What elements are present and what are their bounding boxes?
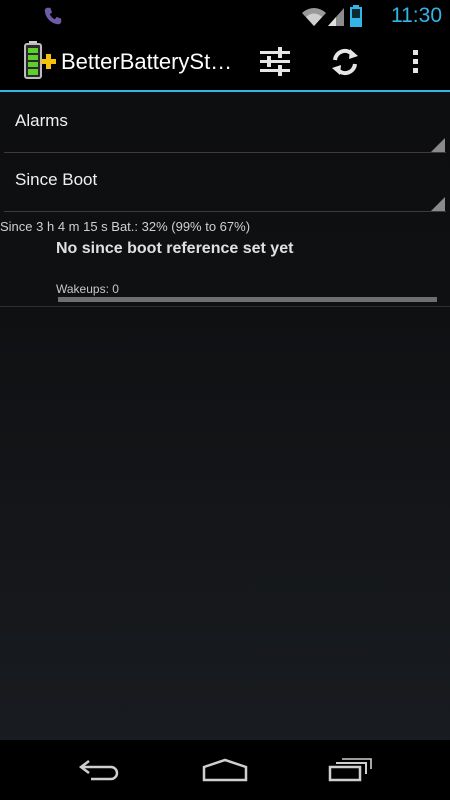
back-icon	[78, 760, 119, 781]
action-bar: BetterBatterySt…	[0, 32, 450, 92]
status-bar: 11:30	[0, 0, 450, 32]
wifi-icon	[302, 8, 326, 26]
list-divider	[0, 306, 450, 307]
home-button[interactable]	[200, 755, 250, 785]
list-item-title[interactable]: No since boot reference set yet	[56, 240, 293, 258]
since-summary: Since 3 h 4 m 15 s Bat.: 32% (99% to 67%…	[0, 219, 251, 234]
spinner-arrow-icon	[431, 197, 445, 211]
wakeups-count: Wakeups: 0	[56, 282, 119, 296]
overflow-menu-button[interactable]	[395, 42, 435, 82]
app-title: BetterBatterySt…	[61, 49, 233, 74]
recent-apps-button[interactable]	[325, 755, 375, 785]
progress-fill	[58, 297, 437, 302]
since-boot-spinner[interactable]: Since Boot	[4, 152, 446, 212]
phone-icon	[44, 7, 62, 25]
navigation-bar	[0, 740, 450, 800]
refresh-button[interactable]	[325, 42, 365, 82]
battery-plus-icon[interactable]	[22, 40, 58, 80]
home-icon	[202, 758, 248, 782]
spinner-arrow-icon	[431, 138, 445, 152]
overflow-menu-icon	[413, 50, 418, 73]
settings-sliders-icon	[260, 47, 290, 76]
recent-apps-icon	[328, 758, 372, 782]
back-button[interactable]	[75, 755, 125, 785]
alarms-spinner-label: Alarms	[15, 111, 68, 130]
signal-icon	[328, 8, 344, 26]
status-icons	[302, 5, 362, 27]
spinner-underline	[4, 211, 446, 212]
since-boot-spinner-label: Since Boot	[15, 170, 98, 189]
refresh-icon	[332, 48, 358, 76]
battery-icon	[350, 5, 362, 27]
status-time: 11:30	[391, 4, 442, 27]
alarms-spinner[interactable]: Alarms	[4, 93, 446, 153]
settings-button[interactable]	[255, 42, 295, 82]
wakeups-progress-bar	[58, 297, 437, 302]
